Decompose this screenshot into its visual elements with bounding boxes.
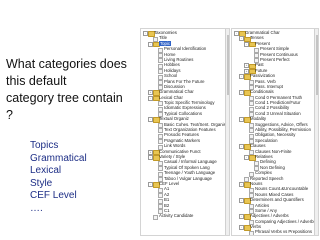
tree-node[interactable]: Linking Words/Part	[232, 235, 318, 236]
taxonomy-tree: - Taxonomies Title - Topic Personal Identific…	[141, 29, 229, 220]
category-list-item: CEF Level	[30, 190, 77, 201]
question-line: category tree contain	[6, 91, 123, 105]
category-list-item: Style	[30, 177, 53, 189]
question-line: ?	[6, 108, 13, 122]
tree-node[interactable]: Activity Candidate	[141, 213, 229, 220]
scrollbar[interactable]	[225, 29, 229, 235]
category-list-item: ….	[30, 202, 43, 214]
tree-node-label: Linking Words/Part	[255, 235, 291, 236]
question-line: this default	[6, 74, 67, 88]
category-list: Topics Grammatical Lexical Style CEF Lev…	[30, 140, 87, 215]
tree-node-label: Activity Candidate	[159, 213, 194, 219]
scrollbar-thumb[interactable]	[226, 35, 229, 95]
scrollbar-thumb[interactable]	[315, 35, 318, 95]
question-text: What categories does this default catego…	[6, 56, 134, 124]
grammar-tree: - Grammatical Char - Tenses - Present Present …	[232, 29, 318, 236]
taxonomy-tree-panel[interactable]: - Taxonomies Title - Topic Personal Identific…	[140, 28, 230, 236]
category-list-item: Lexical	[30, 165, 62, 176]
scrollbar[interactable]	[314, 29, 318, 235]
leaf-node-icon	[249, 230, 254, 235]
leaf-node-icon	[153, 214, 158, 220]
question-line: What categories does	[6, 57, 127, 71]
category-list-item: Topics	[30, 140, 59, 151]
category-list-item: Grammatical	[30, 152, 87, 164]
grammar-tree-panel[interactable]: - Grammatical Char - Tenses - Present Present …	[231, 28, 319, 236]
